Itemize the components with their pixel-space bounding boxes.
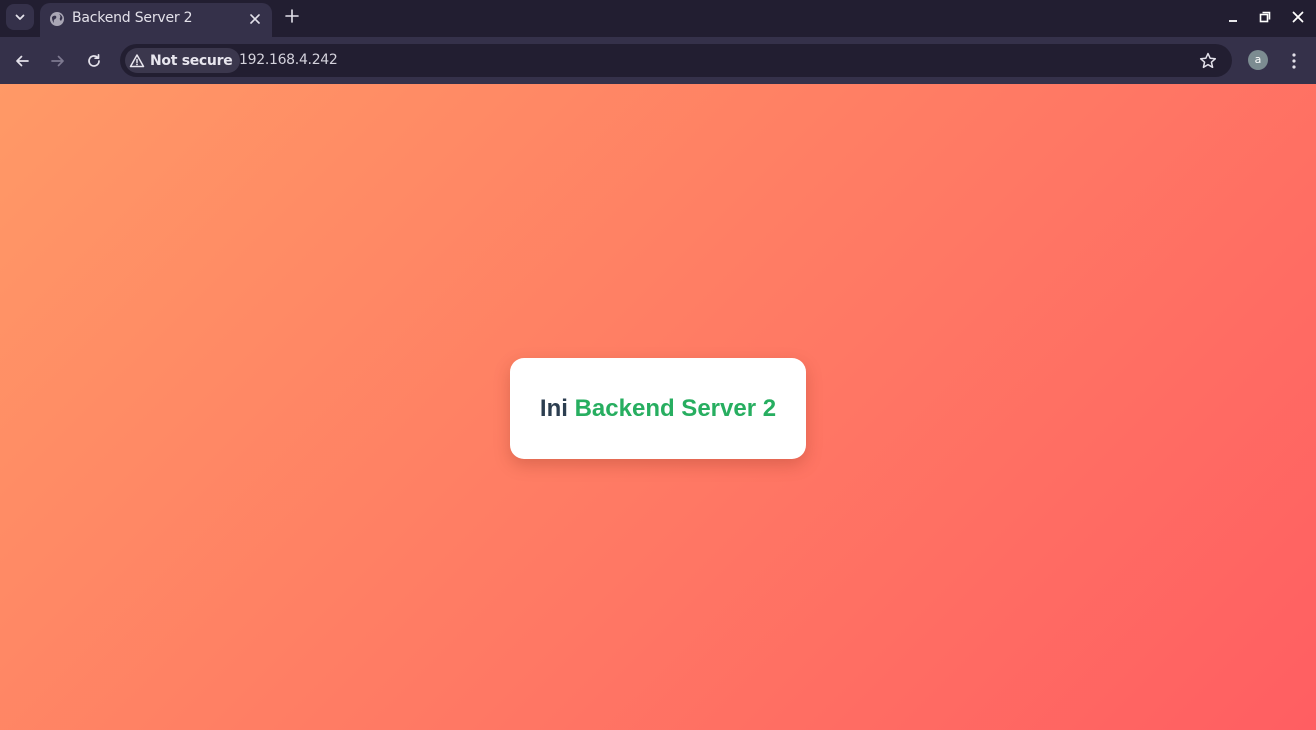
restore-icon	[1259, 11, 1271, 23]
browser-window: Backend Server 2 Not secure 192.168.4.24…	[0, 0, 1316, 730]
page-viewport: Ini Backend Server 2	[0, 84, 1316, 730]
address-bar[interactable]: Not secure 192.168.4.242	[120, 44, 1232, 77]
browser-toolbar: Not secure 192.168.4.242 a	[0, 37, 1316, 84]
close-icon	[250, 14, 260, 24]
arrow-left-icon	[16, 55, 29, 67]
reload-icon	[88, 53, 100, 67]
tab-strip: Backend Server 2	[0, 0, 1316, 37]
tab-search-button[interactable]	[6, 4, 34, 30]
heading-lead-text: Ini	[539, 394, 568, 422]
warning-icon	[129, 53, 145, 67]
url-text[interactable]: 192.168.4.242	[239, 52, 338, 68]
new-tab-button[interactable]	[282, 6, 302, 26]
reload-button[interactable]	[82, 49, 106, 73]
security-label: Not secure	[150, 52, 233, 69]
tab-active[interactable]: Backend Server 2	[40, 3, 272, 37]
minimize-button[interactable]	[1224, 8, 1242, 26]
restore-button[interactable]	[1256, 8, 1274, 26]
forward-button[interactable]	[46, 49, 70, 73]
site-info-button[interactable]: Not secure	[125, 48, 241, 73]
minimize-icon	[1229, 20, 1237, 22]
tab-title: Backend Server 2	[72, 10, 193, 26]
close-window-button[interactable]	[1289, 8, 1307, 26]
back-button[interactable]	[10, 49, 34, 73]
browser-menu-button[interactable]	[1284, 49, 1304, 73]
message-card: Ini Backend Server 2	[510, 358, 806, 459]
arrow-right-icon	[51, 55, 64, 67]
star-icon[interactable]	[1198, 51, 1218, 71]
close-icon	[1292, 11, 1304, 23]
heading-accent-text: Backend Server 2	[574, 394, 777, 422]
page-heading: Ini Backend Server 2	[540, 395, 776, 423]
globe-icon	[50, 12, 64, 26]
plus-icon	[285, 9, 299, 23]
tab-close-button[interactable]	[246, 10, 264, 28]
profile-avatar[interactable]: a	[1248, 50, 1268, 70]
more-vert-icon	[1292, 53, 1296, 69]
chevron-down-icon	[15, 14, 25, 20]
